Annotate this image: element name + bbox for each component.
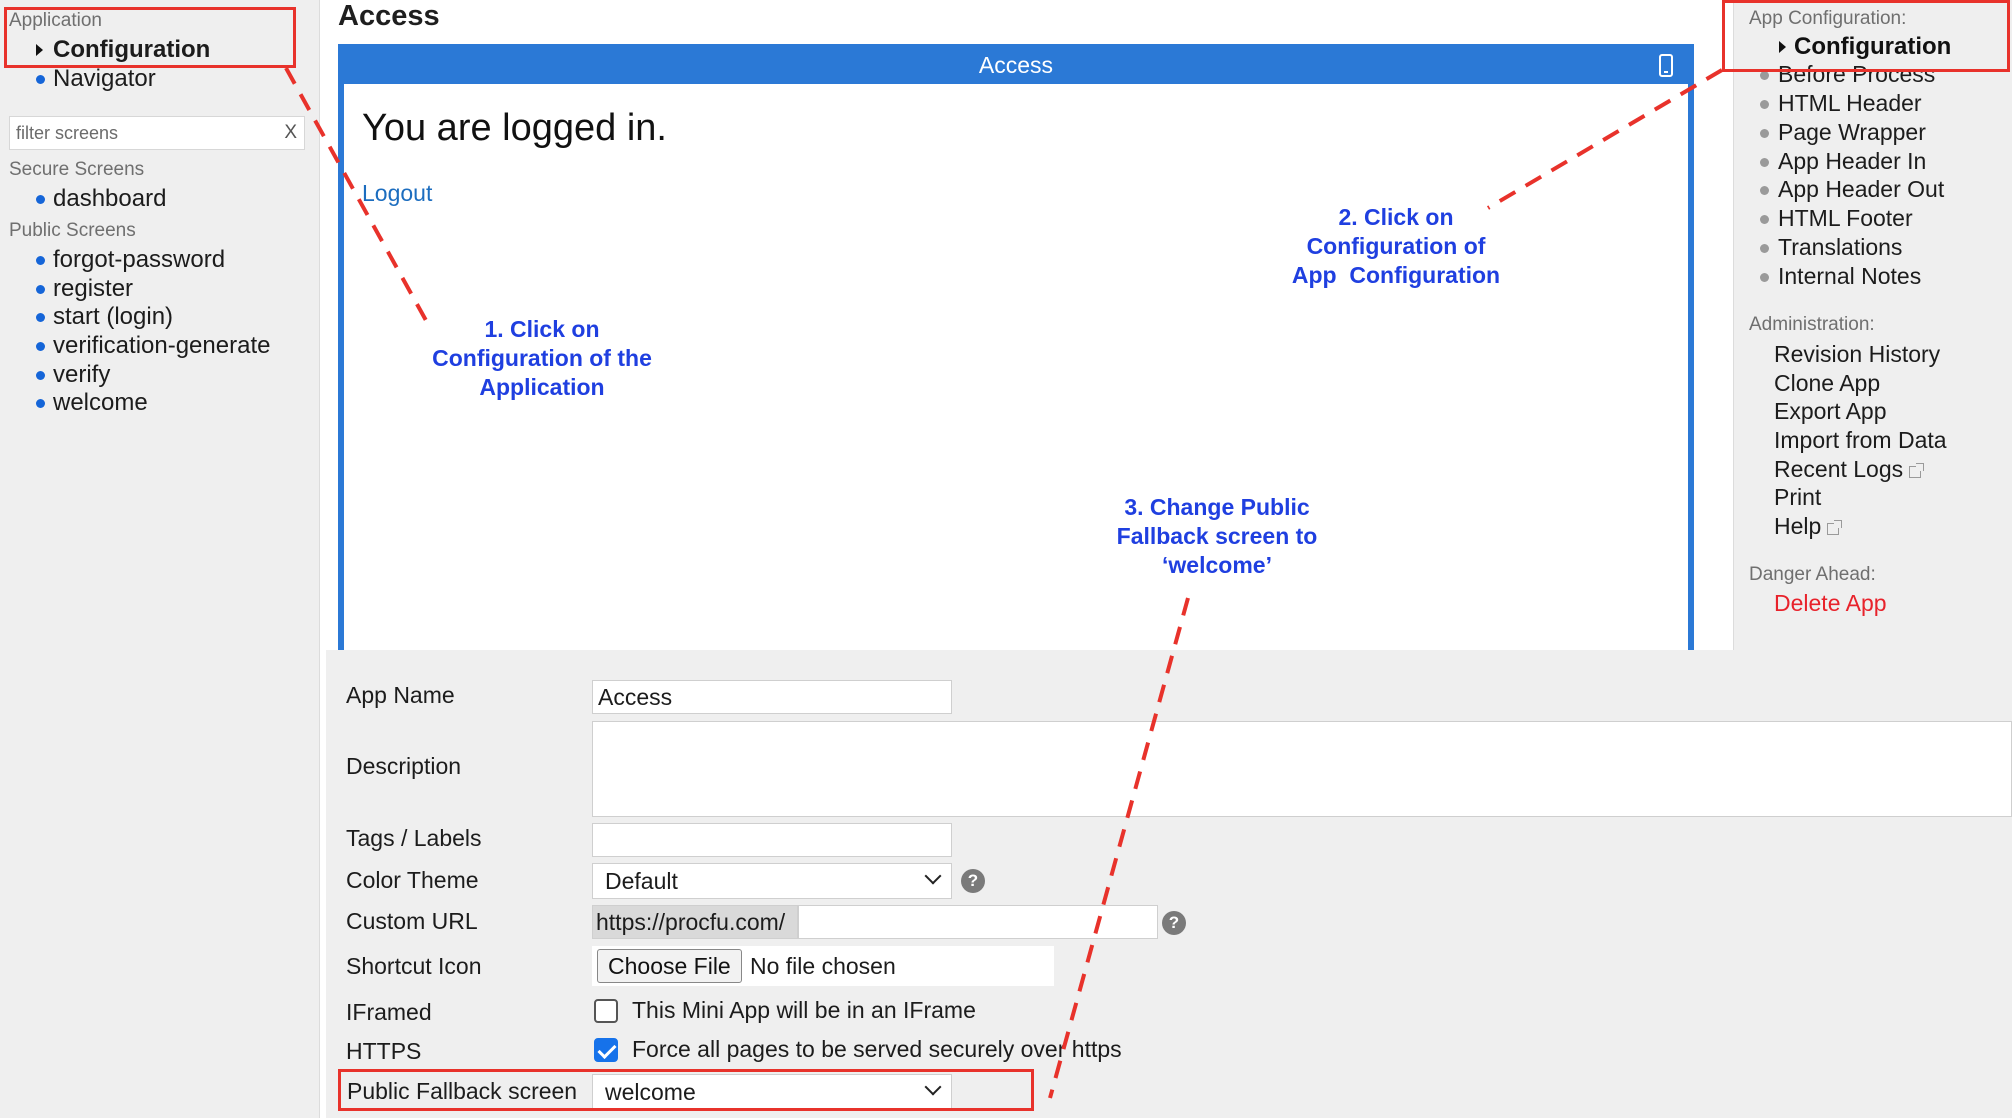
https-checkbox-text: Force all pages to be served securely ov… [632, 1036, 1122, 1062]
annotation-step1: 1. Click on Configuration of the Applica… [402, 315, 682, 402]
bullet-icon [1760, 273, 1769, 282]
secure-screens-caption: Secure Screens [9, 159, 145, 180]
recent-logs-label: Recent Logs [1774, 456, 1904, 482]
logged-in-message: You are logged in. [362, 107, 667, 149]
recent-logs-link[interactable]: Recent Logs [1774, 456, 1925, 483]
no-file-chosen-text: No file chosen [750, 953, 896, 979]
preview-header: Access [341, 47, 1691, 84]
description-label: Description [346, 753, 462, 779]
print-link[interactable]: Print [1774, 484, 1821, 511]
annotation-line: Configuration of the [432, 345, 652, 371]
public-screens-caption: Public Screens [9, 220, 136, 241]
bullet-icon [36, 256, 45, 265]
app-name-input[interactable] [592, 680, 952, 714]
shortcut-icon-label: Shortcut Icon [346, 953, 482, 979]
color-theme-select[interactable]: Default [592, 863, 952, 899]
bullet-icon [1760, 129, 1769, 138]
annotation-line: 3. Change Public [1124, 494, 1310, 520]
bullet-icon [36, 195, 45, 204]
custom-url-input[interactable] [798, 905, 1158, 939]
annotation-line: 1. Click on [484, 316, 600, 342]
config-item-label: Internal Notes [1778, 263, 1922, 289]
external-link-icon [1827, 520, 1843, 535]
clone-app-link[interactable]: Clone App [1774, 370, 1880, 397]
config-item-label: HTML Header [1778, 90, 1922, 116]
config-item-label: App Header In [1778, 148, 1927, 174]
config-item-label: Translations [1778, 234, 1903, 260]
color-theme-label: Color Theme [346, 867, 479, 893]
annotation-line: Application [479, 374, 605, 400]
danger-ahead-caption: Danger Ahead: [1749, 564, 1876, 585]
revision-history-link[interactable]: Revision History [1774, 341, 1940, 368]
config-item-label: App Header Out [1778, 176, 1945, 202]
clear-filter-button[interactable]: X [284, 122, 297, 144]
import-from-data-link[interactable]: Import from Data [1774, 427, 1947, 454]
bullet-icon [36, 399, 45, 408]
sidebar-item-label: forgot-password [53, 246, 226, 273]
administration-caption: Administration: [1749, 314, 1875, 335]
tags-labels-label: Tags / Labels [346, 825, 482, 851]
annotation-line: Fallback screen to [1116, 523, 1318, 549]
logout-link[interactable]: Logout [362, 180, 432, 207]
tags-labels-input[interactable] [592, 823, 952, 857]
config-item-label: HTML Footer [1778, 205, 1913, 231]
filter-screens-input[interactable] [10, 117, 280, 149]
help-icon[interactable]: ? [1162, 911, 1186, 935]
annotation-line: App Configuration [1291, 262, 1501, 288]
shortcut-icon-file-picker: Choose File No file chosen [592, 946, 1054, 986]
app-settings-form: App Name Description Tags / Labels Color… [326, 650, 2012, 1118]
bullet-icon [1760, 215, 1769, 224]
bullet-icon [1760, 71, 1769, 80]
iframed-label: IFramed [346, 999, 432, 1025]
https-label: HTTPS [346, 1038, 422, 1064]
bullet-icon [1760, 186, 1769, 195]
bullet-icon [1760, 158, 1769, 167]
iframed-checkbox[interactable] [594, 999, 618, 1023]
help-label: Help [1774, 513, 1822, 539]
annotation-box-app-configuration [1722, 0, 2010, 72]
custom-url-prefix: https://procfu.com/ [592, 905, 798, 939]
sidebar-item-label: verification-generate [53, 332, 271, 359]
custom-url-label: Custom URL [346, 908, 478, 934]
bullet-icon [36, 342, 45, 351]
left-sidebar: Application Configuration Navigator X Se… [0, 0, 320, 1118]
bullet-icon [1760, 244, 1769, 253]
description-textarea[interactable] [592, 721, 2012, 817]
iframed-checkbox-text: This Mini App will be in an IFrame [632, 997, 976, 1023]
bullet-icon [36, 75, 45, 84]
annotation-step3: 3. Change Public Fallback screen to ‘wel… [1096, 493, 1338, 580]
export-app-link[interactable]: Export App [1774, 398, 1887, 425]
preview-title: Access [978, 52, 1054, 78]
config-item-label: Page Wrapper [1778, 119, 1926, 145]
annotation-box-application-configuration [4, 7, 296, 68]
mobile-device-icon[interactable] [1659, 54, 1673, 77]
color-theme-value: Default [605, 868, 678, 894]
right-sidebar: App Configuration: Configuration Before … [1733, 0, 2012, 650]
external-link-icon [1909, 463, 1925, 478]
delete-app-link[interactable]: Delete App [1774, 590, 1887, 617]
bullet-icon [36, 371, 45, 380]
sidebar-item-label: dashboard [53, 185, 167, 212]
annotation-box-public-fallback [338, 1069, 1034, 1111]
sidebar-item-label: register [53, 275, 134, 302]
https-checkbox[interactable] [594, 1038, 618, 1062]
sidebar-item-label: Navigator [53, 65, 156, 92]
help-link[interactable]: Help [1774, 513, 1843, 540]
sidebar-item-label: start (login) [53, 303, 174, 330]
annotation-step2: 2. Click on Configuration of App Configu… [1256, 203, 1536, 290]
filter-screens-box: X [9, 116, 305, 150]
page-title: Access [338, 0, 440, 32]
app-name-label: App Name [346, 682, 455, 708]
sidebar-item-label: welcome [53, 389, 148, 416]
annotation-line: Configuration of [1306, 233, 1486, 259]
annotation-line: ‘welcome’ [1162, 552, 1272, 578]
annotation-line: 2. Click on [1338, 204, 1454, 230]
sidebar-item-label: verify [53, 361, 111, 388]
bullet-icon [36, 313, 45, 322]
help-icon[interactable]: ? [961, 869, 985, 893]
bullet-icon [36, 285, 45, 294]
bullet-icon [1760, 100, 1769, 109]
chevron-down-icon [924, 867, 942, 885]
choose-file-button[interactable]: Choose File [597, 949, 742, 983]
